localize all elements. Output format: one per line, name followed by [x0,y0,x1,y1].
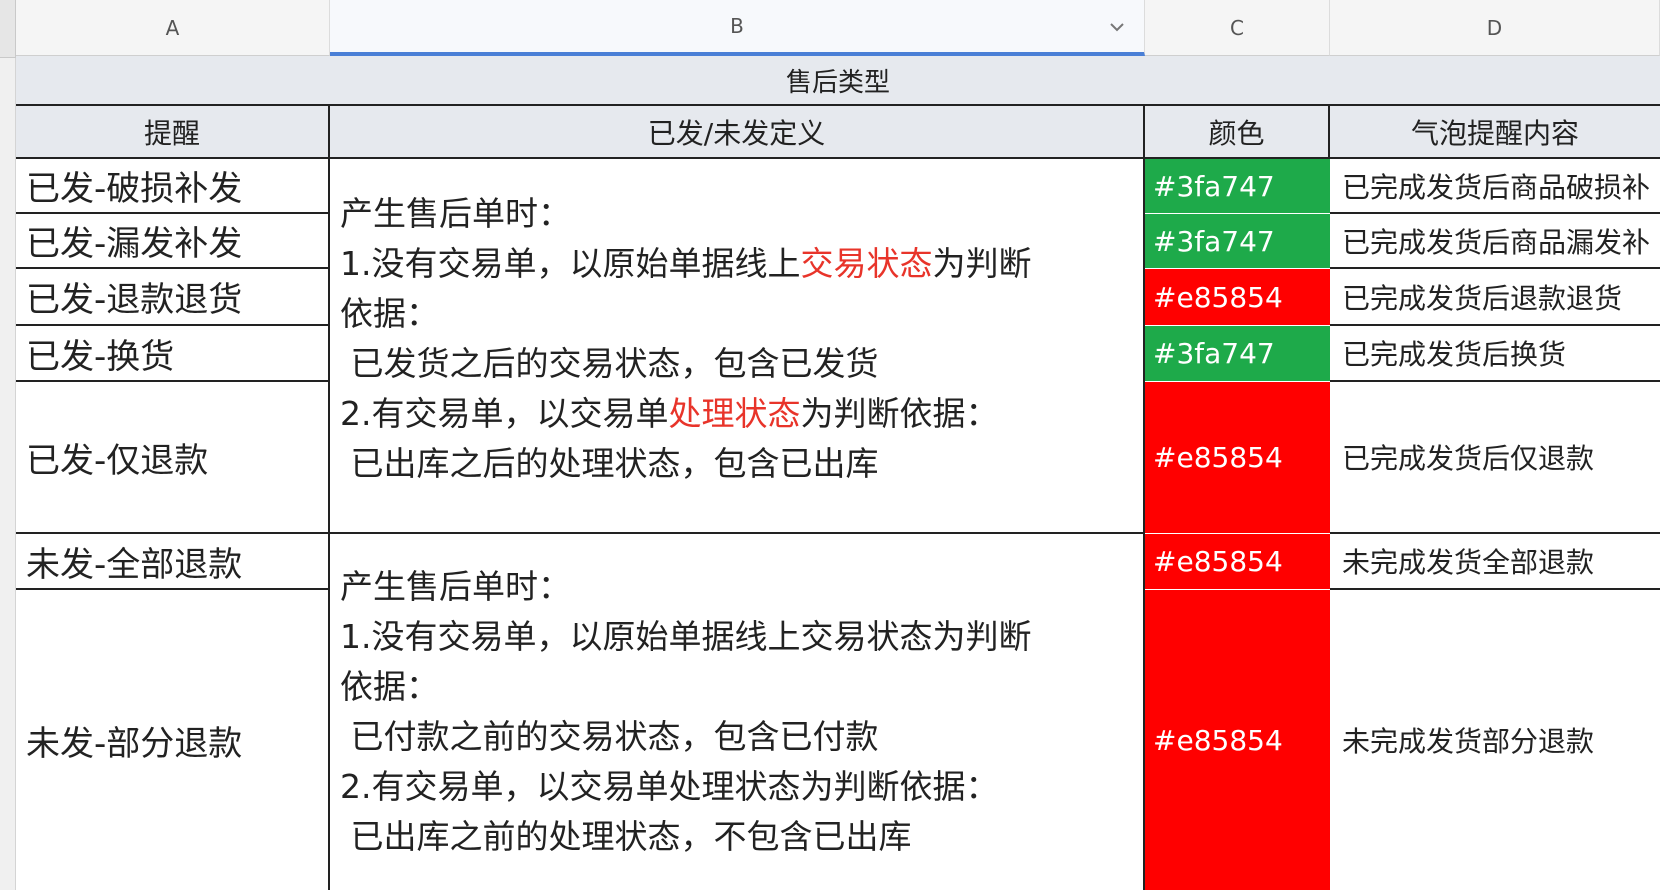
bubble-cell[interactable]: 已完成发货后换货 [1330,326,1660,382]
color-cell[interactable]: #e85854 [1145,590,1330,890]
column-d-label: D [1486,15,1503,40]
bubble-text: 已完成发货后退款退货 [1342,281,1623,315]
color-cell[interactable]: #3fa747 [1145,326,1330,382]
bubble-cell[interactable]: 已完成发货后仅退款 [1330,382,1660,534]
column-header-c[interactable]: C [1145,0,1330,56]
column-header-d[interactable]: D [1330,0,1660,56]
color-code: #e85854 [1153,545,1283,578]
reminder-cell[interactable]: 未发-全部退款 [16,534,330,590]
reminder-text: 已发-漏发补发 [26,224,243,264]
definition-cell-unshipped[interactable]: 产生售后单时： 1.没有交易单，以原始单据线上交易状态为判断 依据： 已付款之前… [330,534,1145,890]
definition-line: 已出库之后的处理状态，包含已出库 [340,444,879,483]
header-bubble-cell[interactable]: 气泡提醒内容 [1330,106,1660,159]
color-cell[interactable]: #3fa747 [1145,214,1330,269]
reminder-text: 已发-退款退货 [26,280,243,320]
right-edge [1660,0,1671,890]
color-code: #3fa747 [1153,337,1275,370]
definition-line: 产生售后单时： [340,194,571,233]
bubble-cell[interactable]: 未完成发货部分退款 [1330,590,1660,890]
column-a-label: A [165,15,180,40]
bubble-text: 未完成发货部分退款 [1342,725,1595,758]
bubble-text: 未完成发货全部退款 [1342,546,1595,579]
row-gutter [0,0,16,890]
column-b-label: B [730,14,744,38]
reminder-text: 未发-全部退款 [26,544,243,585]
color-cell[interactable]: #3fa747 [1145,159,1330,214]
reminder-text: 已发-仅退款 [26,440,209,481]
header-reminder-cell[interactable]: 提醒 [16,106,330,159]
color-code: #3fa747 [1153,169,1275,203]
definition-line: 产生售后单时： [340,567,571,606]
definition-text: 为判断 [932,244,1032,283]
color-code: #e85854 [1153,723,1283,757]
section-title-cell[interactable]: 售后类型 [16,56,1660,106]
definition-text: 为判断依据： [800,394,999,433]
definition-text: 2.有交易单，以交易单 [340,394,669,433]
definition-line: 2.有交易单，以交易单处理状态为判断依据： [340,389,1143,439]
color-cell[interactable]: #e85854 [1145,382,1330,534]
color-code: #3fa747 [1153,224,1275,258]
definition-line: 已付款之前的交易状态，包含已付款 [340,717,879,756]
definition-line: 已发货之后的交易状态，包含已发货 [340,344,879,383]
reminder-cell[interactable]: 未发-部分退款 [16,590,330,890]
highlight-text: 处理状态 [668,394,801,433]
header-color: 颜色 [1208,116,1265,150]
definition-line: 2.有交易单，以交易单处理状态为判断依据： [340,767,999,806]
reminder-cell[interactable]: 已发-仅退款 [16,382,330,534]
reminder-text: 已发-换货 [26,336,175,377]
definition-cell-shipped[interactable]: 产生售后单时： 1.没有交易单，以原始单据线上交易状态为判断 依据： 已发货之后… [330,159,1145,534]
reminder-text: 已发-破损补发 [26,169,243,209]
definition-text: 1.没有交易单，以原始单据线上 [340,244,801,283]
bubble-text: 已完成发货后换货 [1342,338,1567,371]
bubble-text: 已完成发货后商品破损补 [1342,170,1651,204]
reminder-cell[interactable]: 已发-破损补发 [16,159,330,214]
definition-line: 1.没有交易单，以原始单据线上交易状态为判断 [340,239,1143,289]
highlight-text: 交易状态 [800,244,933,283]
reminder-cell[interactable]: 已发-漏发补发 [16,214,330,269]
column-header-a[interactable]: A [16,0,330,56]
color-code: #e85854 [1153,441,1283,474]
bubble-cell[interactable]: 已完成发货后商品漏发补 [1330,214,1660,269]
color-cell[interactable]: #e85854 [1145,534,1330,590]
select-all-corner[interactable] [0,0,16,58]
bubble-cell[interactable]: 已完成发货后商品破损补 [1330,159,1660,214]
definition-line: 已出库之前的处理状态，不包含已出库 [340,817,912,856]
definition-line: 依据： [340,667,439,706]
definition-line: 1.没有交易单，以原始单据线上交易状态为判断 [340,617,1032,656]
reminder-cell[interactable]: 已发-退款退货 [16,269,330,326]
bubble-cell[interactable]: 已完成发货后退款退货 [1330,269,1660,326]
header-definition: 已发/未发定义 [647,116,826,150]
reminder-cell[interactable]: 已发-换货 [16,326,330,382]
column-header-b[interactable]: B [330,0,1145,56]
reminder-text: 未发-部分退款 [26,723,243,764]
bubble-text: 已完成发货后仅退款 [1342,442,1595,475]
header-definition-cell[interactable]: 已发/未发定义 [330,106,1145,159]
section-title: 售后类型 [785,67,890,98]
bubble-text: 已完成发货后商品漏发补 [1342,225,1651,259]
definition-line: 依据： [340,294,439,333]
header-reminder: 提醒 [143,116,200,150]
bubble-cell[interactable]: 未完成发货全部退款 [1330,534,1660,590]
color-cell[interactable]: #e85854 [1145,269,1330,326]
header-bubble: 气泡提醒内容 [1410,116,1579,150]
chevron-down-icon[interactable] [1108,18,1126,36]
header-color-cell[interactable]: 颜色 [1145,106,1330,159]
color-code: #e85854 [1153,280,1283,314]
column-c-label: C [1230,15,1244,40]
